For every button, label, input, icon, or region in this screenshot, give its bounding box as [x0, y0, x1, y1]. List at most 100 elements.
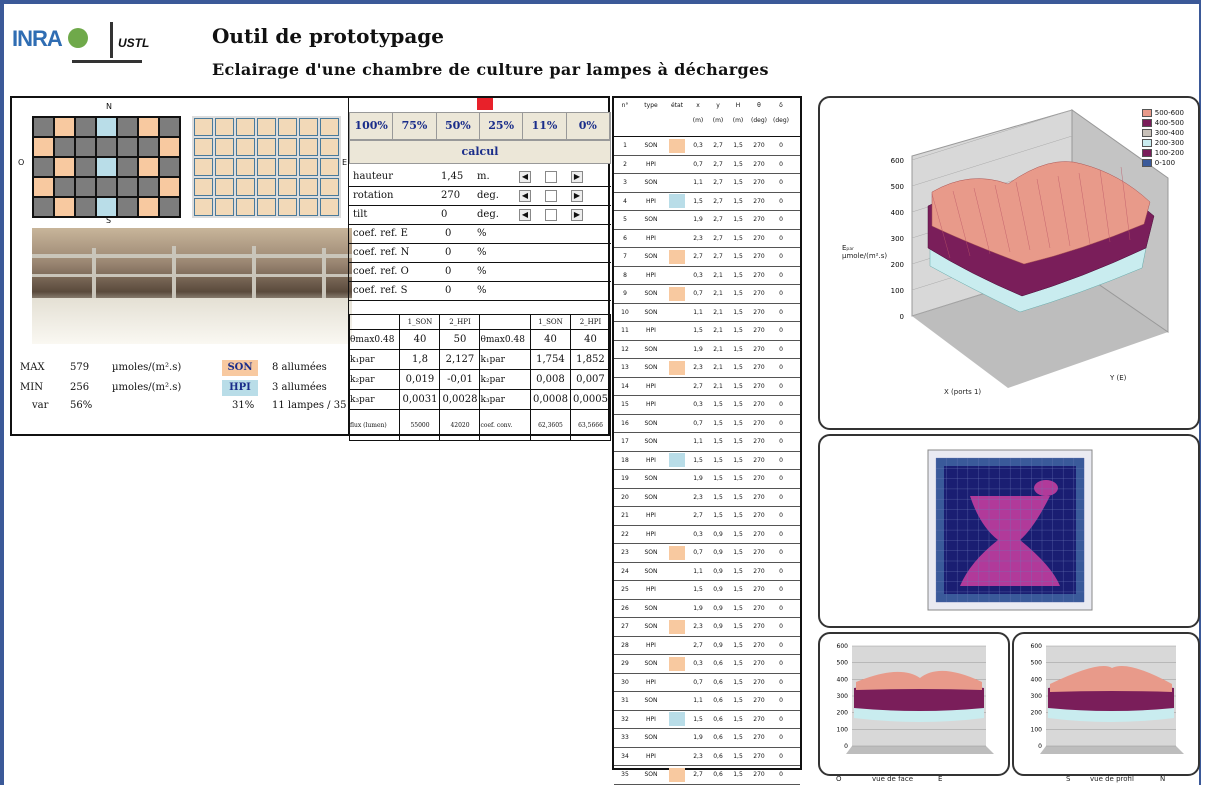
orientation-cell[interactable] — [215, 118, 234, 136]
lamp-state-cell[interactable] — [666, 638, 688, 652]
lamp-state-swatch[interactable] — [669, 656, 685, 671]
lamp-state-swatch[interactable] — [669, 509, 685, 523]
table-row[interactable]: 19 SON 1,9 1,5 1,5 270 0 — [614, 470, 800, 489]
slider-thumb[interactable] — [545, 209, 557, 221]
increase-arrow-icon[interactable]: ▶ — [571, 209, 583, 221]
k-table-cell[interactable]: 0,0028 — [439, 389, 481, 410]
lamp-state-cell[interactable] — [666, 694, 688, 708]
lamp-state-swatch[interactable] — [669, 249, 685, 264]
lamp-cell-grey[interactable] — [76, 158, 95, 176]
percent-button[interactable]: 11% — [523, 113, 567, 139]
lamp-cell-son[interactable] — [139, 198, 158, 216]
coef-value[interactable]: 0 — [445, 228, 451, 239]
lamp-cell-grey[interactable] — [55, 178, 74, 196]
lamp-state-swatch[interactable] — [669, 138, 685, 153]
lamp-state-cell[interactable] — [666, 527, 688, 541]
orientation-cell[interactable] — [257, 178, 276, 196]
table-row[interactable]: 23 SON 0,7 0,9 1,5 270 0 — [614, 544, 800, 563]
orientation-cell[interactable] — [320, 198, 339, 216]
lamp-state-cell[interactable] — [666, 583, 688, 597]
table-row[interactable]: 14 HPI 2,7 2,1 1,5 270 0 — [614, 378, 800, 396]
lamp-state-swatch[interactable] — [669, 379, 685, 393]
lamp-state-cell[interactable] — [666, 231, 688, 245]
lamp-state-swatch[interactable] — [669, 583, 685, 597]
lamp-state-cell[interactable] — [666, 731, 688, 745]
lamp-cell-hpi[interactable] — [97, 198, 116, 216]
orientation-cell[interactable] — [299, 158, 318, 176]
lamp-state-cell[interactable] — [666, 767, 688, 782]
lamp-cell-son[interactable] — [160, 178, 179, 196]
lamp-state-cell[interactable] — [666, 213, 688, 227]
k-table-cell[interactable]: 0,008 — [529, 369, 571, 390]
orientation-cell[interactable] — [320, 118, 339, 136]
lamp-state-swatch[interactable] — [669, 157, 685, 171]
lamp-cell-grey[interactable] — [118, 118, 137, 136]
lamp-state-swatch[interactable] — [669, 545, 685, 560]
lamp-state-cell[interactable] — [666, 157, 688, 171]
orientation-cell[interactable] — [194, 178, 213, 196]
lamp-state-swatch[interactable] — [669, 231, 685, 245]
percent-button[interactable]: 25% — [480, 113, 524, 139]
lamp-state-swatch[interactable] — [669, 360, 685, 375]
lamp-state-cell[interactable] — [666, 268, 688, 282]
lamp-cell-grey[interactable] — [34, 118, 53, 136]
lamp-state-swatch[interactable] — [669, 472, 685, 486]
lamp-state-cell[interactable] — [666, 545, 688, 560]
table-row[interactable]: 34 HPI 2,3 0,6 1,5 270 0 — [614, 748, 800, 766]
k-table-cell[interactable]: 0,0031 — [399, 389, 441, 410]
lamp-cell-son[interactable] — [139, 118, 158, 136]
coef-value[interactable]: 0 — [445, 266, 451, 277]
orientation-cell[interactable] — [278, 178, 297, 196]
table-row[interactable]: 18 HPI 1,5 1,5 1,5 270 0 — [614, 452, 800, 470]
lamp-cell-grey[interactable] — [139, 178, 158, 196]
k-table-cell[interactable]: 40 — [529, 329, 571, 350]
table-row[interactable]: 30 HPI 0,7 0,6 1,5 270 0 — [614, 674, 800, 692]
k-table-cell[interactable]: 62,3605 — [529, 409, 571, 441]
lamp-state-cell[interactable] — [666, 472, 688, 486]
lamp-state-cell[interactable] — [666, 416, 688, 430]
lamp-cell-hpi[interactable] — [97, 158, 116, 176]
table-row[interactable]: 8 HPI 0,3 2,1 1,5 270 0 — [614, 267, 800, 285]
lamp-state-swatch[interactable] — [669, 342, 685, 356]
table-row[interactable]: 13 SON 2,3 2,1 1,5 270 0 — [614, 359, 800, 378]
lamp-state-swatch[interactable] — [669, 767, 685, 782]
table-row[interactable]: 12 SON 1,9 2,1 1,5 270 0 — [614, 341, 800, 359]
table-row[interactable]: 10 SON 1,1 2,1 1,5 270 0 — [614, 304, 800, 322]
slider-thumb[interactable] — [545, 171, 557, 183]
lamp-state-cell[interactable] — [666, 194, 688, 209]
lamp-cell-son[interactable] — [34, 178, 53, 196]
lamp-cell-grey[interactable] — [97, 138, 116, 156]
lamp-state-swatch[interactable] — [669, 324, 685, 338]
lamp-state-swatch[interactable] — [669, 694, 685, 708]
k-table-cell[interactable]: 1,754 — [529, 349, 571, 370]
lamp-cell-son[interactable] — [34, 138, 53, 156]
table-row[interactable]: 27 SON 2,3 0,9 1,5 270 0 — [614, 618, 800, 637]
orientation-cell[interactable] — [257, 118, 276, 136]
lamp-state-swatch[interactable] — [669, 638, 685, 652]
lamp-cell-grey[interactable] — [160, 198, 179, 216]
lamp-state-cell[interactable] — [666, 286, 688, 301]
table-row[interactable]: 35 SON 2,7 0,6 1,5 270 0 — [614, 766, 800, 785]
lamp-cell-son[interactable] — [55, 198, 74, 216]
lamp-orientation-grid[interactable] — [192, 116, 341, 218]
lamp-cell-son[interactable] — [55, 118, 74, 136]
table-row[interactable]: 16 SON 0,7 1,5 1,5 270 0 — [614, 415, 800, 433]
table-row[interactable]: 6 HPI 2,3 2,7 1,5 270 0 — [614, 230, 800, 248]
percent-button[interactable]: 75% — [393, 113, 437, 139]
orientation-cell[interactable] — [236, 118, 255, 136]
k-table-cell[interactable]: 63,5666 — [569, 409, 612, 441]
percent-button[interactable]: 50% — [437, 113, 480, 139]
lamp-cell-grey[interactable] — [34, 198, 53, 216]
orientation-cell[interactable] — [236, 178, 255, 196]
k-table-cell[interactable]: 0,0008 — [529, 389, 571, 410]
lamp-state-swatch[interactable] — [669, 731, 685, 745]
orientation-cell[interactable] — [299, 198, 318, 216]
orientation-cell[interactable] — [236, 158, 255, 176]
lamp-cell-grey[interactable] — [139, 138, 158, 156]
lamp-state-cell[interactable] — [666, 675, 688, 689]
lamp-state-swatch[interactable] — [669, 286, 685, 301]
table-row[interactable]: 11 HPI 1,5 2,1 1,5 270 0 — [614, 322, 800, 341]
lamp-cell-grey[interactable] — [34, 158, 53, 176]
lamp-state-swatch[interactable] — [669, 490, 685, 504]
table-row[interactable]: 33 SON 1,9 0,6 1,5 270 0 — [614, 729, 800, 748]
